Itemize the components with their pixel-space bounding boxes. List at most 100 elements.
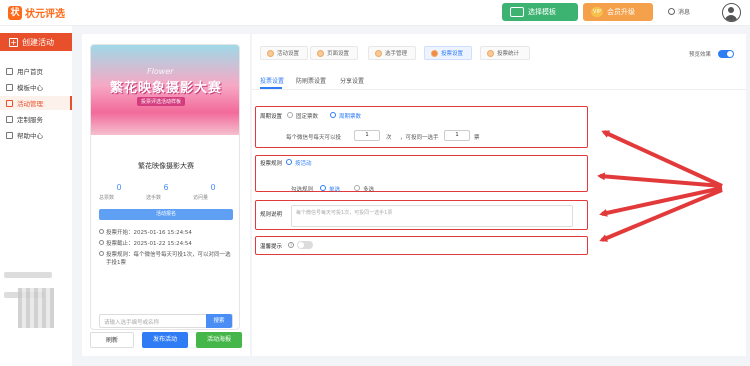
same-contestant-label: ，可投同一选手 — [400, 135, 439, 141]
logo-icon: 状 — [8, 5, 22, 20]
step-icon — [317, 49, 324, 57]
banner-flower-text: Flower — [147, 67, 174, 76]
stat-value: 0 — [116, 183, 122, 192]
radio-fixed-votes[interactable] — [287, 112, 293, 118]
sidebar: + 创建活动 用户首页 模板中心 活动管理 定制服务 帮助中心 — [0, 26, 72, 366]
vote-start-text: 投票开始：2025-01-16 15:24:54 — [106, 230, 192, 236]
contestant-search[interactable]: 请输入选手编号或名称 搜索 — [99, 314, 233, 328]
phone-preview: Flower 繁花映象摄影大赛 投票评选活动样板 繁花映像摄影大赛 0 总票数 … — [90, 44, 240, 330]
same-contestant-unit: 票 — [474, 135, 480, 141]
radio-by-activity-label: 按活动 — [295, 161, 312, 167]
messages-link[interactable]: 消息 — [668, 7, 690, 16]
radio-by-activity[interactable] — [286, 159, 292, 165]
banner-title: 繁花映象摄影大赛 — [109, 81, 222, 96]
check-rule-label: 勾选规则 — [291, 187, 314, 193]
step-vote-statistics[interactable]: 投票统计 — [480, 46, 530, 60]
activity-poster-button[interactable]: 活动海报 — [196, 332, 242, 348]
sidebar-item-label: 用户首页 — [17, 68, 43, 76]
brand-name: 状元评选 — [25, 9, 65, 20]
stat-label: 总票数 — [99, 195, 115, 201]
step-label: 投票设置 — [441, 51, 464, 57]
signup-button[interactable]: 活动报名 — [99, 209, 233, 220]
help-icon — [6, 131, 13, 139]
warm-tips-label: 温馨提示 — [260, 244, 283, 250]
plus-icon: + — [9, 37, 18, 47]
step-page-settings[interactable]: 页面设置 — [310, 46, 358, 60]
radio-fixed-votes-label: 固定票数 — [296, 114, 319, 120]
per-day-prefix: 每个微信号每天可以投 — [286, 135, 342, 141]
divider — [252, 89, 746, 90]
sidebar-item-home[interactable]: 用户首页 — [0, 64, 72, 78]
create-activity-button[interactable]: + 创建活动 — [0, 33, 72, 51]
sidebar-item-label: 帮助中心 — [17, 132, 43, 140]
create-activity-label: 创建活动 — [22, 37, 54, 47]
template-icon — [6, 83, 13, 91]
vip-icon: VIP — [591, 7, 603, 17]
vote-start-time: 投票开始：2025-01-16 15:24:54 — [99, 228, 233, 236]
sidebar-item-help[interactable]: 帮助中心 — [0, 128, 72, 142]
top-bar: 状 状元评选 选择模板 VIP 会员升级 消息 — [0, 0, 750, 26]
search-button[interactable]: 搜索 — [206, 314, 232, 328]
stat-value: 6 — [163, 183, 169, 192]
sidebar-item-label: 定制服务 — [17, 116, 43, 124]
vip-upgrade-button[interactable]: VIP 会员升级 — [583, 3, 653, 21]
preview-effect-label: 预览效果 — [689, 52, 712, 58]
rule-description-label: 规则说明 — [260, 212, 283, 218]
step-contestant-management[interactable]: 选手管理 — [368, 46, 416, 60]
template-icon — [510, 7, 524, 17]
sidebar-item-custom-service[interactable]: 定制服务 — [0, 112, 72, 126]
rule-description-textarea[interactable]: 每个微信号每天可投1次，可投同一选手1票 — [291, 205, 573, 227]
refresh-button[interactable]: 刷新 — [90, 332, 134, 348]
step-icon — [375, 49, 382, 57]
step-label: 选手管理 — [385, 51, 408, 57]
stat-label: 选手数 — [146, 195, 162, 201]
sidebar-item-activity-management[interactable]: 活动管理 — [0, 96, 72, 110]
mobile-preview-panel: Flower 繁花映象摄影大赛 投票评选活动样板 繁花映像摄影大赛 0 总票数 … — [82, 34, 250, 356]
sidebar-item-label: 活动管理 — [17, 100, 43, 108]
vote-end-time: 投票截止：2025-01-22 15:24:54 — [99, 239, 233, 247]
step-icon — [487, 49, 494, 57]
vote-rule-label: 投票规则 — [260, 161, 283, 167]
radio-multi-choice-label: 多选 — [363, 187, 375, 193]
activity-title: 繁花映像摄影大赛 — [138, 162, 194, 170]
vote-rule: 投票规则：每个微信号每天可投1次，可以对同一选手投1票 — [99, 250, 233, 266]
service-icon — [6, 115, 13, 123]
subtab-share-settings[interactable]: 分享设置 — [340, 76, 364, 85]
blurred-text — [4, 272, 52, 278]
radio-single-choice[interactable] — [320, 185, 326, 191]
same-contestant-votes-input[interactable]: 1 — [444, 130, 470, 141]
preview-effect-toggle[interactable] — [718, 50, 734, 58]
activity-banner: Flower 繁花映象摄影大赛 投票评选活动样板 — [91, 45, 239, 135]
list-icon — [6, 99, 13, 107]
step-activity-settings[interactable]: 活动设置 — [260, 46, 308, 60]
user-avatar[interactable] — [722, 3, 741, 22]
choose-template-label: 选择模板 — [528, 8, 556, 16]
radio-period-votes[interactable] — [330, 112, 336, 118]
step-icon — [267, 49, 274, 57]
step-label: 投票统计 — [497, 51, 520, 57]
stat-contestants: 6 选手数 — [146, 183, 186, 201]
subtab-vote-settings[interactable]: 投票设置 — [260, 76, 284, 85]
brand-logo[interactable]: 状 状元评选 — [8, 5, 65, 20]
publish-activity-button[interactable]: 发布活动 — [142, 332, 188, 348]
radio-period-votes-label: 周期票数 — [339, 114, 362, 120]
step-vote-settings[interactable]: 投票设置 — [424, 46, 472, 60]
stat-value: 0 — [210, 183, 216, 192]
radio-multi-choice[interactable] — [354, 185, 360, 191]
search-placeholder: 请输入选手编号或名称 — [104, 320, 160, 326]
cycle-settings-label: 周期设置 — [260, 114, 283, 120]
step-icon — [431, 49, 438, 57]
per-day-unit: 次 — [386, 135, 392, 141]
votes-per-day-input[interactable]: 1 — [354, 130, 380, 141]
vip-upgrade-label: 会员升级 — [607, 8, 635, 16]
question-icon[interactable]: ? — [288, 242, 294, 248]
info-icon — [99, 251, 104, 256]
home-icon — [6, 67, 13, 75]
subtab-anti-fraud[interactable]: 防刷票设置 — [296, 76, 326, 85]
choose-template-button[interactable]: 选择模板 — [502, 3, 578, 21]
radio-single-choice-label: 单选 — [329, 187, 341, 193]
warm-tips-toggle[interactable] — [297, 241, 313, 249]
step-label: 活动设置 — [277, 51, 300, 57]
sidebar-item-templates[interactable]: 模板中心 — [0, 80, 72, 94]
stat-label: 访问量 — [193, 195, 209, 201]
